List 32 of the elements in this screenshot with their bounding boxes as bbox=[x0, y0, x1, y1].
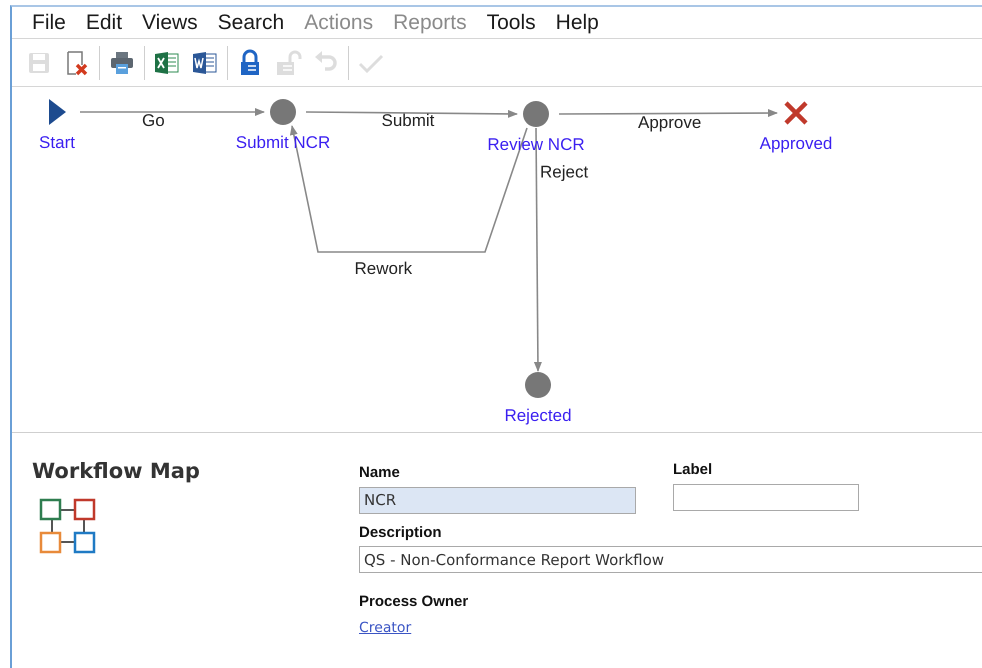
menu-item[interactable]: File bbox=[22, 8, 76, 36]
field-label: Label bbox=[673, 460, 714, 480]
start-triangle-icon[interactable] bbox=[49, 99, 66, 125]
connector-label: Reject bbox=[540, 162, 588, 182]
cross-icon[interactable] bbox=[784, 100, 808, 126]
field-label: Description bbox=[359, 522, 443, 542]
node-label[interactable]: Submit NCR bbox=[236, 133, 330, 152]
field-label: Name bbox=[359, 463, 401, 483]
unlocked-padlock-icon bbox=[274, 48, 302, 76]
owner-link[interactable]: Creator bbox=[359, 620, 412, 636]
text-field[interactable] bbox=[673, 484, 859, 510]
step-node[interactable] bbox=[270, 99, 296, 125]
node-label[interactable]: Start bbox=[39, 133, 75, 152]
menu-item[interactable]: Tools bbox=[476, 8, 546, 36]
menu-item[interactable]: Edit bbox=[76, 8, 132, 36]
menu-item[interactable]: Search bbox=[208, 8, 294, 36]
workflow-map-icon bbox=[39, 498, 97, 554]
connector-label: Submit bbox=[382, 111, 434, 130]
node-label[interactable]: Review NCR bbox=[487, 135, 585, 154]
menu-item[interactable]: Help bbox=[546, 8, 609, 36]
text-field[interactable]: NCR bbox=[359, 486, 636, 514]
text-field[interactable]: QS - Non-Conformance Report Workflow bbox=[359, 546, 982, 573]
connector-label: Approve bbox=[638, 113, 702, 132]
node-label[interactable]: Approved bbox=[760, 134, 832, 153]
step-node[interactable] bbox=[523, 101, 549, 127]
panel-title: Workflow Map bbox=[32, 459, 201, 484]
step-node[interactable] bbox=[525, 372, 551, 398]
connector-label: Rework bbox=[354, 259, 412, 278]
node-label[interactable]: Rejected bbox=[504, 406, 572, 425]
menu-item[interactable]: Views bbox=[132, 8, 208, 36]
field-label: Process Owner bbox=[359, 592, 470, 612]
connector-label: Go bbox=[142, 111, 165, 130]
